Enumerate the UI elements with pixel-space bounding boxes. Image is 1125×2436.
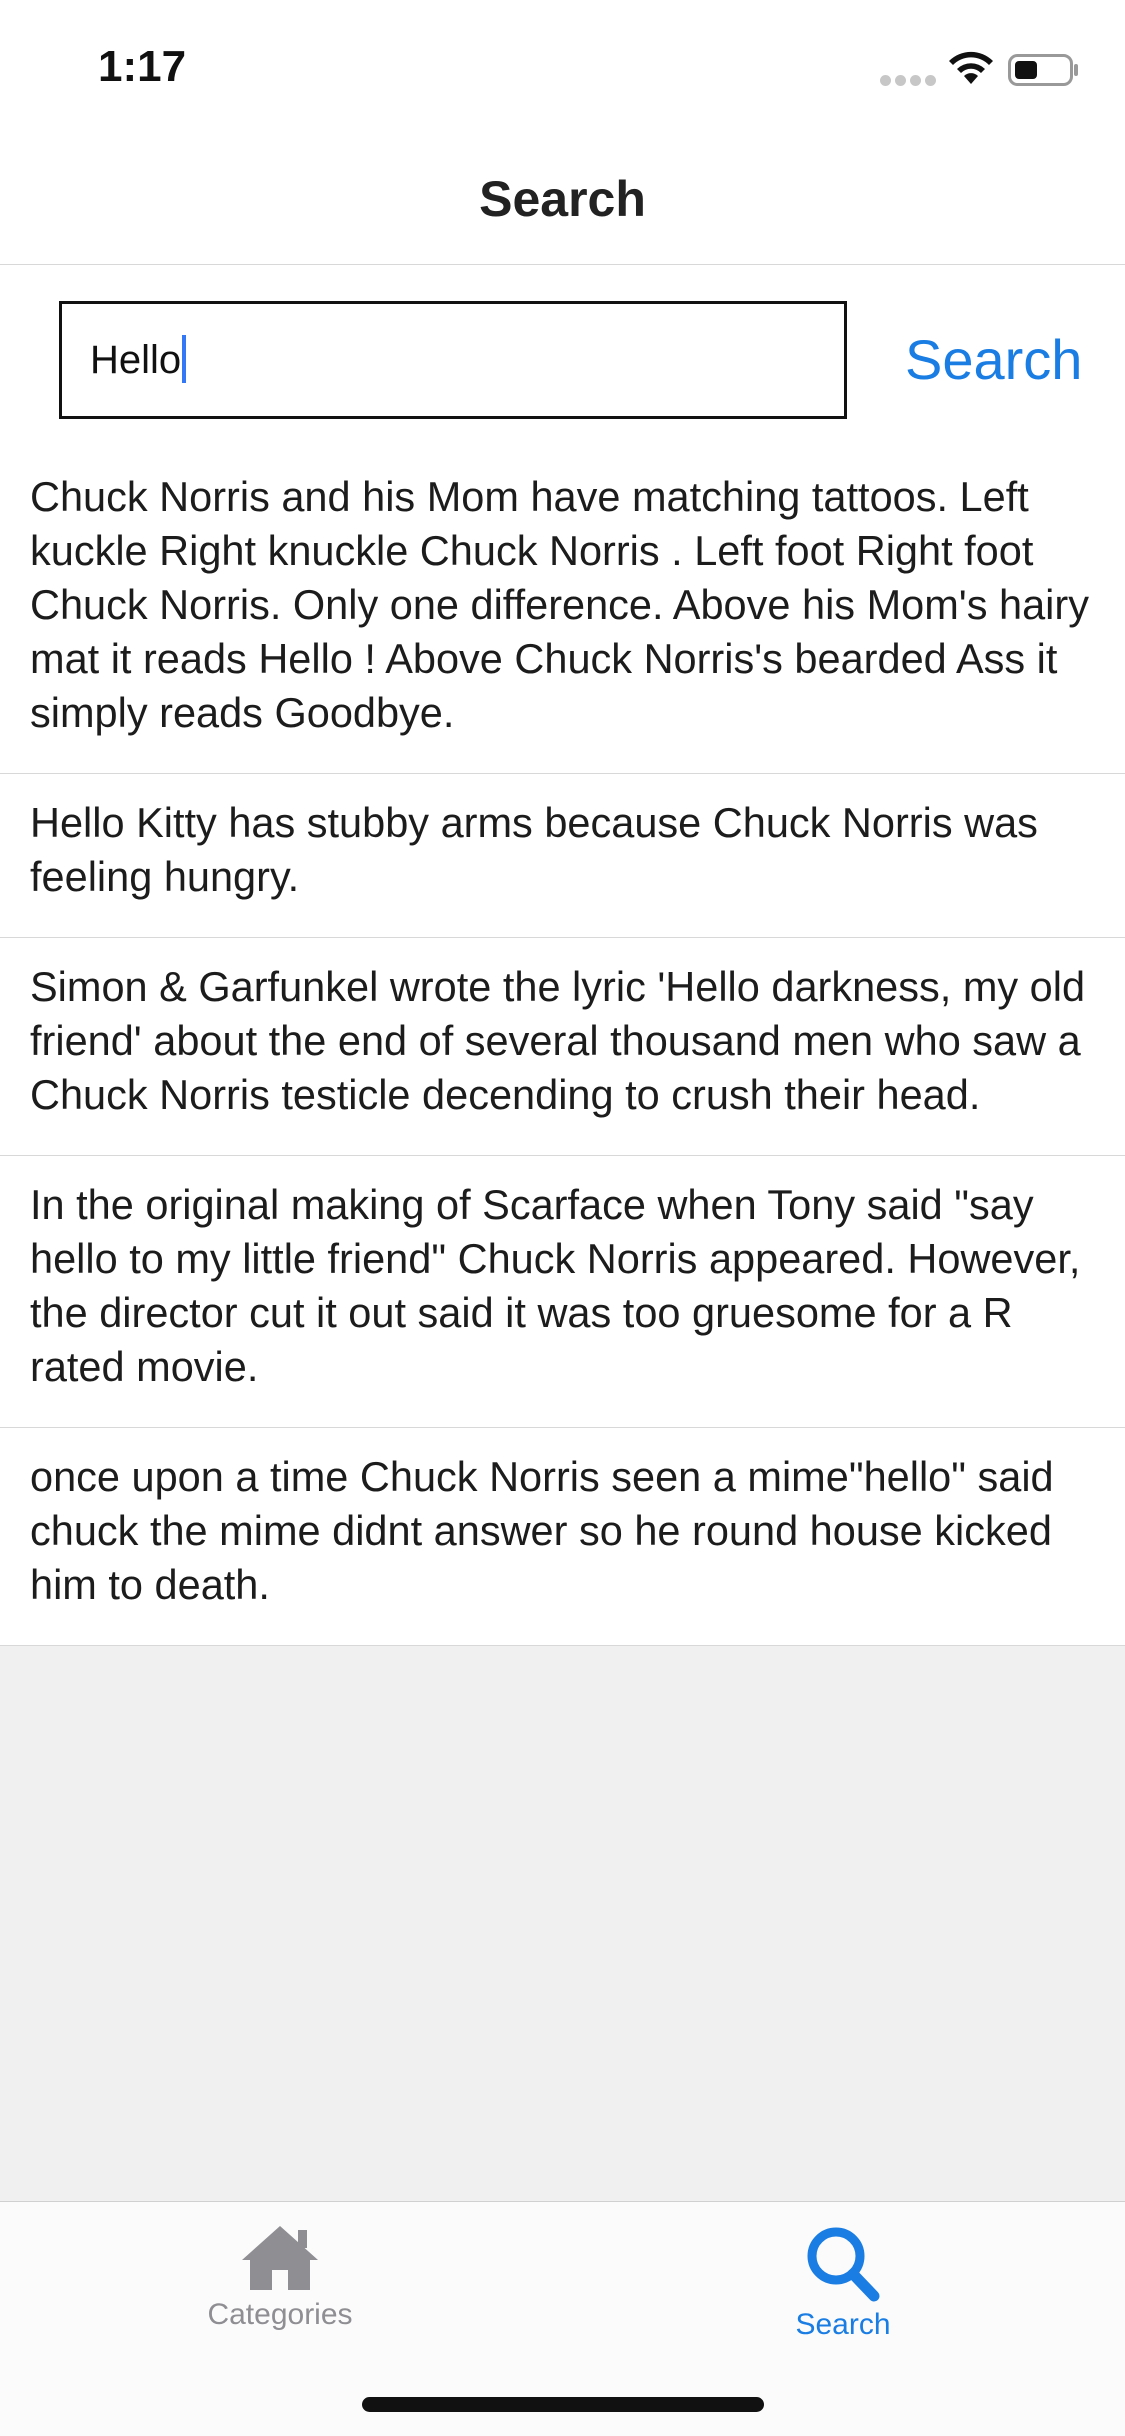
list-item[interactable]: Hello Kitty has stubby arms because Chuc… [0,773,1125,937]
navigation-bar: Search [0,132,1125,265]
battery-icon [1008,54,1078,86]
search-icon [807,2227,880,2302]
wifi-icon [949,51,993,84]
results-list: Chuck Norris and his Mom have matching t… [0,448,1125,1645]
search-row: Hello Search [0,265,1125,448]
home-icon [242,2226,318,2290]
status-time: 1:17 [98,42,187,91]
page-title: Search [479,171,646,227]
tab-search[interactable]: Search [693,2222,993,2352]
tab-label: Categories [207,2298,353,2331]
list-item[interactable]: In the original making of Scarface when … [0,1155,1125,1427]
tab-categories[interactable]: Categories [130,2222,430,2352]
list-item[interactable]: Chuck Norris and his Mom have matching t… [0,448,1125,773]
search-input[interactable]: Hello [59,301,847,419]
cellular-signal-icon [880,75,936,87]
list-item[interactable]: Simon & Garfunkel wrote the lyric 'Hello… [0,937,1125,1155]
search-input-value: Hello [90,338,182,382]
list-item[interactable]: once upon a time Chuck Norris seen a mim… [0,1427,1125,1645]
status-bar: 1:17 [0,0,1125,132]
text-caret [182,335,187,384]
search-content: Hello Search Chuck Norris and his Mom ha… [0,265,1125,1646]
tab-label: Search [795,2308,891,2341]
home-indicator[interactable] [362,2397,764,2412]
search-button[interactable]: Search [905,327,1082,392]
